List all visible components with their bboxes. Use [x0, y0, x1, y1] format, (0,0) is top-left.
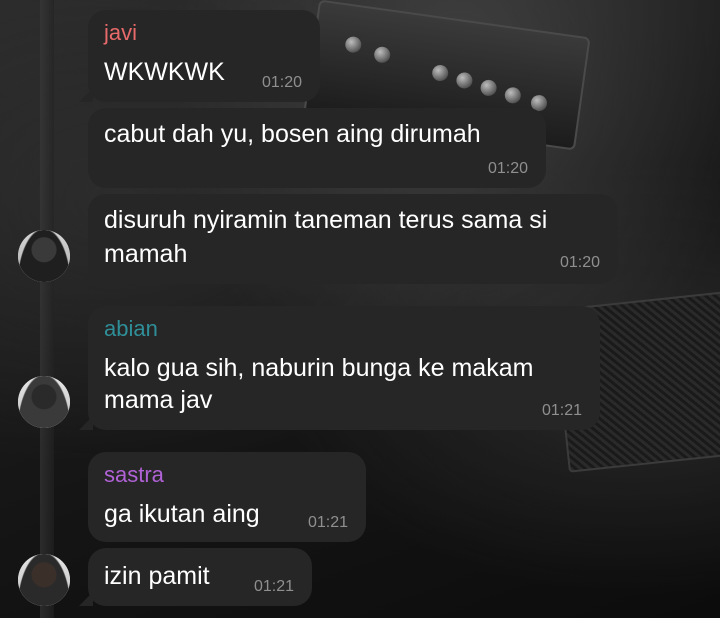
- message-bubble[interactable]: disuruh nyiramin taneman terus sama si m…: [79, 194, 618, 284]
- message-time: 01:20: [559, 254, 600, 271]
- message-time: 01:20: [487, 160, 528, 177]
- amp-knob: [503, 86, 522, 105]
- sender-name[interactable]: javi: [104, 20, 137, 46]
- avatar[interactable]: [18, 230, 70, 282]
- message-text: kalo gua sih, naburin bunga ke makam: [104, 354, 534, 382]
- message-text: mama jav: [104, 386, 213, 414]
- message-bubble[interactable]: izin pamit 01:21: [79, 548, 312, 606]
- message-bubble[interactable]: javi WKWKWK 01:20: [79, 10, 320, 102]
- amp-knob: [344, 35, 363, 54]
- message-text: mamah: [104, 240, 188, 268]
- message-text: disuruh nyiramin taneman terus sama si: [104, 206, 548, 234]
- message-time: 01:21: [307, 514, 348, 531]
- message-text: ga ikutan aing: [104, 500, 260, 528]
- amp-knob: [373, 45, 392, 64]
- message-time: 01:21: [541, 402, 582, 419]
- amp-knob: [479, 78, 498, 97]
- avatar[interactable]: [18, 376, 70, 428]
- person-silhouette-icon: [18, 554, 70, 606]
- person-silhouette-icon: [18, 230, 70, 282]
- message-bubble[interactable]: sastra ga ikutan aing 01:21: [88, 452, 366, 542]
- message-text: cabut dah yu, bosen aing dirumah: [104, 120, 481, 148]
- background-post: [40, 0, 54, 618]
- message-time: 01:20: [261, 74, 302, 91]
- message-bubble[interactable]: cabut dah yu, bosen aing dirumah 01:20: [88, 108, 546, 188]
- person-silhouette-icon: [18, 376, 70, 428]
- amp-knob: [431, 63, 450, 83]
- message-text: izin pamit: [104, 562, 210, 590]
- avatar[interactable]: [18, 554, 70, 606]
- sender-name[interactable]: sastra: [104, 462, 164, 488]
- message-time: 01:21: [253, 578, 294, 595]
- amp-knob: [455, 71, 474, 90]
- sender-name[interactable]: abian: [104, 316, 158, 342]
- message-bubble[interactable]: abian kalo gua sih, naburin bunga ke mak…: [79, 306, 600, 430]
- message-text: WKWKWK: [104, 58, 225, 86]
